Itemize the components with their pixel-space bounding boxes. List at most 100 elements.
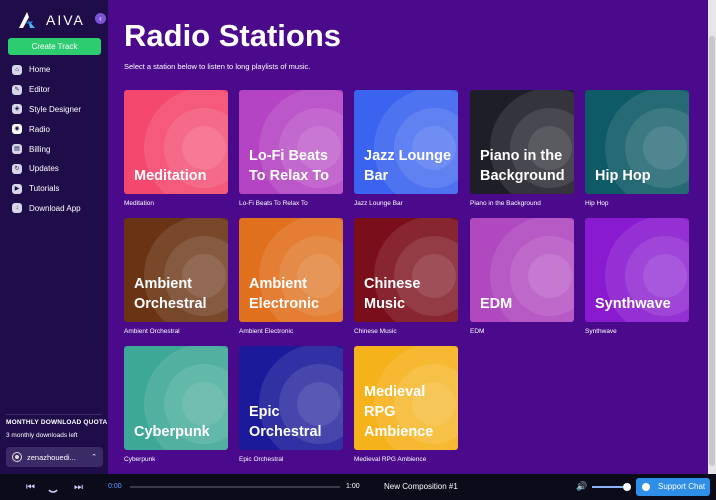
station-card[interactable]: Meditation	[124, 90, 228, 194]
home-icon: ⌂	[12, 64, 22, 75]
station-card-title: Epic Orchestral	[249, 404, 322, 440]
sidebar-item-label: Radio	[29, 124, 50, 134]
station-card[interactable]: Ambient Orchestral	[124, 218, 228, 322]
radio-icon: ◉	[12, 124, 22, 135]
billing-icon: ▤	[12, 144, 22, 155]
station-card[interactable]: Jazz Lounge Bar	[354, 90, 458, 194]
station-card-title: Synthwave	[595, 296, 671, 312]
station-label[interactable]: Lo-Fi Beats To Relax To	[239, 200, 308, 207]
collapse-sidebar-button[interactable]: ‹	[95, 13, 106, 24]
station-card[interactable]: Hip Hop	[585, 90, 689, 194]
user-menu[interactable]: zenazhouedi... ⌃	[6, 447, 103, 467]
station-card-title: Cyberpunk	[134, 424, 210, 440]
create-track-button[interactable]: Create Track	[8, 38, 101, 55]
station-label[interactable]: Hip Hop	[585, 200, 608, 207]
sidebar-item-billing[interactable]: ▤ Billing	[0, 139, 108, 159]
player-bar: ⏮ ⏭ 0:00 1:00 New Composition #1 🔊 Suppo…	[0, 474, 716, 500]
volume-slider[interactable]	[592, 486, 626, 488]
sidebar-item-updates[interactable]: ↻ Updates	[0, 159, 108, 179]
playback-progress[interactable]	[130, 486, 340, 488]
sidebar-item-label: Updates	[29, 164, 59, 174]
card-decoration	[643, 254, 687, 298]
station-label[interactable]: Jazz Lounge Bar	[354, 200, 403, 207]
sidebar-item-tutorials[interactable]: ▶ Tutorials	[0, 179, 108, 199]
station-card-title: Meditation	[134, 168, 207, 184]
quota-remaining: 3 monthly downloads left	[6, 432, 78, 439]
station-label[interactable]: EDM	[470, 328, 484, 335]
station-card-title: Piano in the Background	[480, 148, 565, 184]
chevron-up-icon: ⌃	[91, 454, 97, 461]
sidebar-item-style-designer[interactable]: ◈ Style Designer	[0, 100, 108, 120]
skip-back-icon[interactable]: ⏮	[26, 482, 35, 493]
sidebar-item-label: Tutorials	[29, 184, 60, 194]
station-label[interactable]: Piano in the Background	[470, 200, 541, 207]
station-card[interactable]: Ambient Electronic	[239, 218, 343, 322]
station-card[interactable]: Chinese Music	[354, 218, 458, 322]
updates-icon: ↻	[12, 163, 22, 174]
aiva-logo-icon	[19, 12, 35, 28]
station-card-title: Ambient Electronic	[249, 276, 320, 312]
sidebar-item-download-app[interactable]: ↓ Download App	[0, 199, 108, 219]
station-label[interactable]: Chinese Music	[354, 328, 397, 335]
station-card-title: Hip Hop	[595, 168, 651, 184]
style-designer-icon: ◈	[12, 104, 22, 115]
chevron-left-icon: ‹	[99, 14, 102, 23]
time-total: 1:00	[346, 483, 360, 490]
station-card[interactable]: Piano in the Background	[470, 90, 574, 194]
skip-forward-icon[interactable]: ⏭	[74, 482, 83, 493]
scrollbar-thumb[interactable]	[709, 36, 715, 466]
station-card[interactable]: Epic Orchestral	[239, 346, 343, 450]
chat-icon	[642, 483, 650, 491]
logo[interactable]: AIVA	[16, 8, 85, 32]
user-avatar-icon	[12, 452, 22, 462]
sidebar-item-editor[interactable]: ✎ Editor	[0, 80, 108, 100]
volume-slider-handle[interactable]	[623, 483, 631, 491]
sidebar-item-label: Billing	[29, 144, 51, 154]
sidebar-item-label: Style Designer	[29, 104, 82, 114]
composition-name[interactable]: New Composition #1	[384, 482, 458, 491]
sidebar-item-home[interactable]: ⌂ Home	[0, 60, 108, 80]
main-scrollbar[interactable]	[708, 0, 716, 474]
sidebar-item-label: Download App	[29, 203, 81, 213]
app-name: AIVA	[46, 12, 85, 28]
tutorials-icon: ▶	[12, 183, 22, 194]
sidebar-item-label: Editor	[29, 85, 50, 95]
station-card[interactable]: Cyberpunk	[124, 346, 228, 450]
station-label[interactable]: Medieval RPG Ambience	[354, 456, 426, 463]
volume-icon[interactable]: 🔊	[576, 481, 587, 492]
station-card-title: Jazz Lounge Bar	[364, 148, 452, 184]
download-icon: ↓	[12, 203, 22, 214]
time-current: 0:00	[108, 483, 122, 490]
station-label[interactable]: Ambient Electronic	[239, 328, 293, 335]
quota-title: MONTHLY DOWNLOAD QUOTA	[6, 419, 108, 426]
divider	[6, 414, 102, 415]
sidebar-item-label: Home	[29, 65, 51, 75]
station-card-title: Chinese Music	[364, 276, 421, 312]
station-label[interactable]: Epic Orchestral	[239, 456, 283, 463]
station-card-title: Medieval RPG Ambience	[364, 384, 434, 440]
station-card-title: EDM	[480, 296, 513, 312]
station-card-title: Lo-Fi Beats To Relax To	[249, 148, 330, 184]
sidebar-nav: ⌂ Home ✎ Editor ◈ Style Designer ◉ Radio ▤ Billin…	[0, 60, 108, 218]
sidebar-item-radio[interactable]: ◉ Radio	[0, 119, 108, 139]
card-decoration	[182, 126, 226, 170]
station-card[interactable]: Lo-Fi Beats To Relax To	[239, 90, 343, 194]
station-card[interactable]: EDM	[470, 218, 574, 322]
station-label[interactable]: Cyberpunk	[124, 456, 155, 463]
station-card[interactable]: Medieval RPG Ambience	[354, 346, 458, 450]
sidebar: AIVA ‹ Create Track ⌂ Home ✎ Editor ◈ Style D…	[0, 0, 108, 474]
station-card-title: Ambient Orchestral	[134, 276, 207, 312]
page-title: Radio Stations	[124, 18, 342, 53]
loading-spinner-icon	[48, 489, 58, 493]
main-content: Radio Stations Select a station below to…	[108, 0, 708, 474]
support-chat-button[interactable]: Support Chat	[636, 478, 710, 496]
card-decoration	[528, 254, 572, 298]
station-card[interactable]: Synthwave	[585, 218, 689, 322]
card-decoration	[643, 126, 687, 170]
page-subtitle: Select a station below to listen to long…	[124, 62, 311, 71]
station-label[interactable]: Ambient Orchestral	[124, 328, 180, 335]
station-label[interactable]: Synthwave	[585, 328, 617, 335]
station-label[interactable]: Meditation	[124, 200, 154, 207]
editor-icon: ✎	[12, 84, 22, 95]
card-decoration	[182, 382, 226, 426]
